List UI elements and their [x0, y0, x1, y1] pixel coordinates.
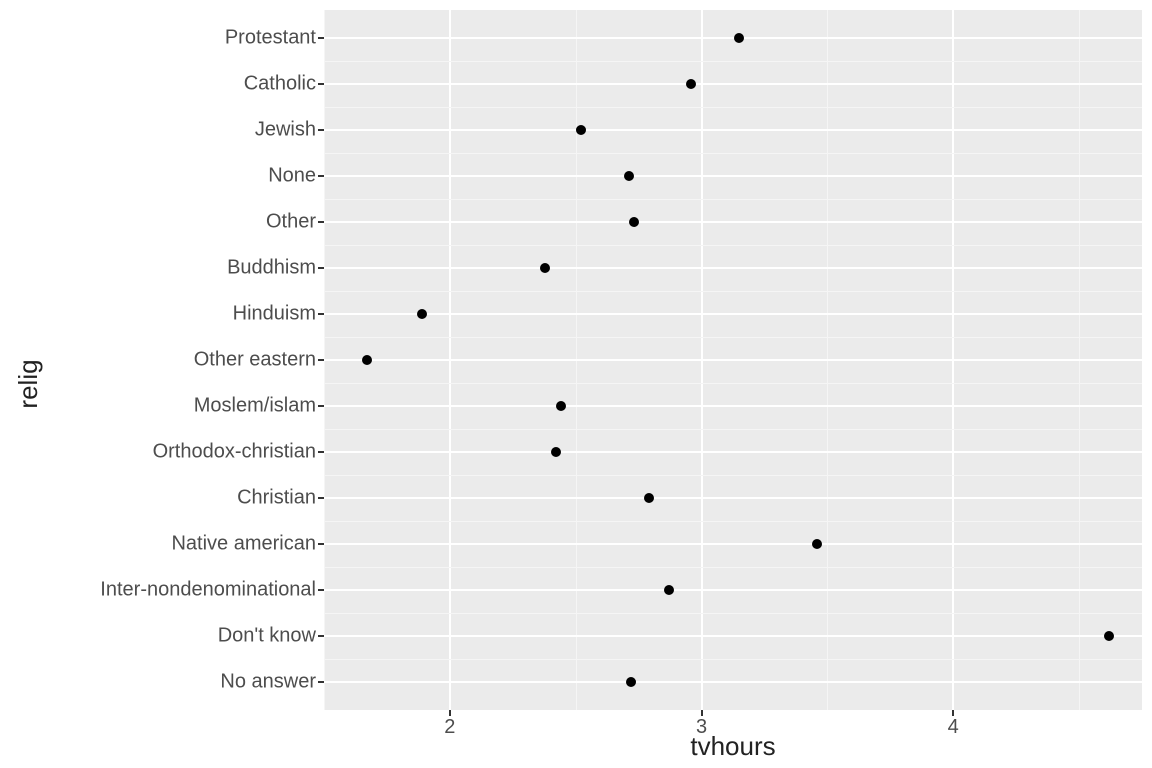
- gridline-h-minor: [324, 429, 1142, 430]
- gridline-h: [324, 313, 1142, 315]
- y-tick-label: Catholic: [244, 72, 316, 95]
- y-tick-label: Jewish: [255, 118, 316, 141]
- chart-container: relig 234ProtestantCatholicJewishNoneOth…: [0, 0, 1152, 768]
- gridline-h-minor: [324, 567, 1142, 568]
- y-tick-label: Orthodox-christian: [153, 441, 316, 464]
- data-point: [734, 33, 744, 43]
- y-tick-mark: [318, 83, 324, 85]
- y-tick-label: Other eastern: [194, 349, 316, 372]
- gridline-h: [324, 589, 1142, 591]
- gridline-h-minor: [324, 475, 1142, 476]
- gridline-h: [324, 451, 1142, 453]
- gridline-h-minor: [324, 337, 1142, 338]
- y-tick-label: Inter-nondenominational: [100, 579, 316, 602]
- data-point: [664, 585, 674, 595]
- gridline-h: [324, 543, 1142, 545]
- y-tick-label: Christian: [237, 487, 316, 510]
- y-tick-label: Protestant: [225, 26, 316, 49]
- y-axis-title: relig: [13, 359, 44, 408]
- gridline-h-minor: [324, 291, 1142, 292]
- data-point: [629, 217, 639, 227]
- x-axis-title: tvhours: [690, 731, 775, 762]
- x-tick-label: 2: [444, 716, 455, 739]
- y-tick-label: None: [268, 164, 316, 187]
- y-tick-mark: [318, 405, 324, 407]
- y-tick-mark: [318, 267, 324, 269]
- y-tick-mark: [318, 221, 324, 223]
- y-tick-label: Other: [266, 210, 316, 233]
- data-point: [362, 355, 372, 365]
- gridline-h: [324, 83, 1142, 85]
- data-point: [686, 79, 696, 89]
- gridline-h-minor: [324, 61, 1142, 62]
- gridline-h: [324, 681, 1142, 683]
- plot-area: 234ProtestantCatholicJewishNoneOtherBudd…: [324, 10, 1142, 710]
- y-tick-mark: [318, 37, 324, 39]
- data-point: [417, 309, 427, 319]
- y-tick-mark: [318, 681, 324, 683]
- gridline-h: [324, 359, 1142, 361]
- gridline-h: [324, 175, 1142, 177]
- data-point: [644, 493, 654, 503]
- y-tick-label: Buddhism: [227, 256, 316, 279]
- gridline-h: [324, 37, 1142, 39]
- x-tick-label: 4: [948, 716, 959, 739]
- data-point: [624, 171, 634, 181]
- gridline-h: [324, 405, 1142, 407]
- data-point: [540, 263, 550, 273]
- data-point: [812, 539, 822, 549]
- data-point: [576, 125, 586, 135]
- y-tick-mark: [318, 543, 324, 545]
- gridline-h: [324, 129, 1142, 131]
- gridline-h: [324, 497, 1142, 499]
- gridline-h-minor: [324, 613, 1142, 614]
- data-point: [556, 401, 566, 411]
- y-tick-mark: [318, 451, 324, 453]
- y-tick-label: Moslem/islam: [194, 395, 316, 418]
- y-tick-mark: [318, 359, 324, 361]
- y-tick-label: Don't know: [218, 625, 316, 648]
- gridline-h: [324, 635, 1142, 637]
- gridline-h-minor: [324, 199, 1142, 200]
- y-tick-label: Native american: [171, 533, 316, 556]
- gridline-h-minor: [324, 153, 1142, 154]
- data-point: [626, 677, 636, 687]
- gridline-h-minor: [324, 107, 1142, 108]
- y-tick-mark: [318, 497, 324, 499]
- y-tick-label: Hinduism: [233, 302, 316, 325]
- data-point: [1104, 631, 1114, 641]
- y-tick-label: No answer: [220, 671, 316, 694]
- gridline-h: [324, 221, 1142, 223]
- y-tick-mark: [318, 129, 324, 131]
- y-tick-mark: [318, 313, 324, 315]
- data-point: [551, 447, 561, 457]
- gridline-h-minor: [324, 659, 1142, 660]
- y-tick-mark: [318, 589, 324, 591]
- gridline-h: [324, 267, 1142, 269]
- y-tick-mark: [318, 175, 324, 177]
- gridline-h-minor: [324, 245, 1142, 246]
- gridline-h-minor: [324, 383, 1142, 384]
- y-tick-mark: [318, 635, 324, 637]
- gridline-h-minor: [324, 521, 1142, 522]
